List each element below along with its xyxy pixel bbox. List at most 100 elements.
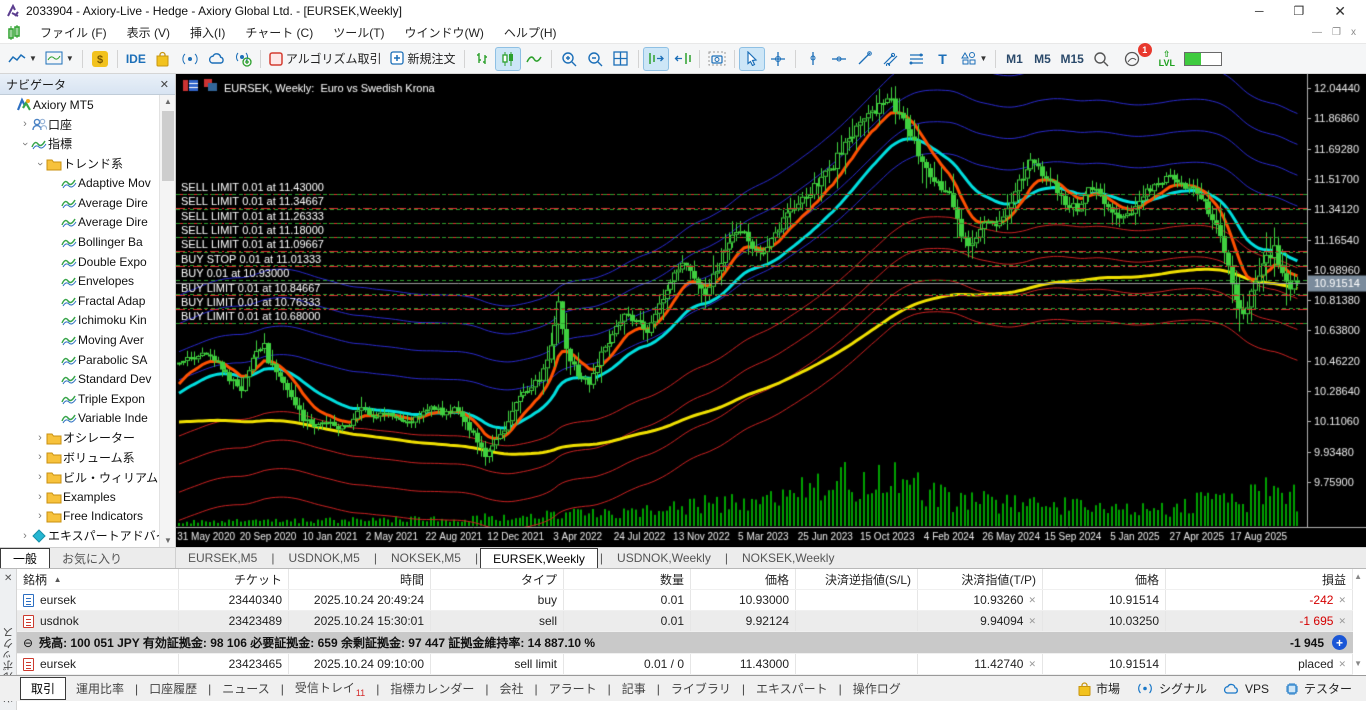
screenshot-button[interactable]	[704, 47, 730, 71]
column-header[interactable]: チケット	[179, 569, 289, 589]
chart-tab[interactable]: USDNOK,M5	[276, 548, 371, 568]
menu-item[interactable]: ウインドウ(W)	[395, 24, 494, 42]
tree-item[interactable]: Axiory MT5	[0, 95, 159, 115]
candle-mode-button[interactable]	[494, 46, 521, 71]
price-chart[interactable]	[176, 74, 1366, 547]
chart-tab[interactable]: EURSEK,M5	[176, 548, 269, 568]
tree-item[interactable]: › 口座	[0, 115, 159, 135]
tree-item[interactable]: › Free Indicators	[0, 506, 159, 526]
tree-item[interactable]: Bollinger Ba	[0, 232, 159, 252]
market-watch-button[interactable]: $	[87, 47, 113, 71]
toolbox-scroll-up-icon[interactable]: ▲	[1354, 572, 1362, 581]
tree-item[interactable]: Triple Expon	[0, 389, 159, 409]
navigator-tab-お気に入り[interactable]: お気に入り	[50, 548, 134, 568]
tree-expand-icon[interactable]: ›	[34, 432, 46, 444]
crosshair-button[interactable]	[765, 47, 791, 71]
tree-item[interactable]: Ichimoku Kin	[0, 311, 159, 331]
chart-tab[interactable]: EURSEK,Weekly	[480, 548, 598, 568]
tree-item[interactable]: › 指標	[0, 134, 159, 154]
tree-expand-icon[interactable]: ›	[34, 510, 46, 522]
channel-tool[interactable]	[878, 47, 904, 71]
timeframe-m15-button[interactable]: M15	[1056, 47, 1087, 71]
zoom-in-button[interactable]	[556, 47, 582, 71]
chart-shift-button[interactable]	[642, 46, 669, 71]
toolbox-tab-会社[interactable]: 会社	[489, 678, 533, 699]
toolbox-tab-ニュース[interactable]: ニュース	[212, 678, 279, 699]
column-header[interactable]: 価格	[1043, 569, 1166, 589]
toolbox-tab-アラート[interactable]: アラート	[539, 678, 607, 699]
notifications-button[interactable]: 1	[1120, 42, 1152, 71]
algo-trading-button[interactable]: アルゴリズム取引	[265, 47, 386, 71]
mdi-restore[interactable]: ❐	[1332, 27, 1341, 38]
toolbox-tab-運用比率[interactable]: 運用比率	[66, 678, 134, 699]
toolbox-tab-指標カレンダー[interactable]: 指標カレンダー	[380, 678, 484, 699]
signals-button[interactable]	[176, 47, 204, 71]
menu-item[interactable]: ツール(T)	[323, 24, 394, 42]
vertical-line-tool[interactable]	[800, 47, 826, 71]
menu-item[interactable]: 挿入(I)	[180, 24, 235, 42]
tree-item[interactable]: Average Dire	[0, 193, 159, 213]
tree-expand-icon[interactable]: ›	[34, 451, 46, 463]
navigator-tab-一般[interactable]: 一般	[0, 548, 51, 568]
timeframe-m5-button[interactable]: M5	[1028, 47, 1056, 71]
column-header[interactable]: 損益	[1166, 569, 1353, 589]
text-tool[interactable]: T	[930, 47, 956, 71]
status-シグナル[interactable]: シグナル	[1136, 680, 1207, 697]
navigator-scrollbar[interactable]: ▲ ▼	[159, 95, 175, 547]
menu-item[interactable]: チャート (C)	[235, 24, 323, 42]
profiles-button[interactable]: ▼	[41, 47, 78, 71]
tree-expand-icon[interactable]: ›	[34, 471, 46, 483]
remove-tp-icon[interactable]: ✕	[1028, 659, 1036, 670]
tree-item[interactable]: Parabolic SA	[0, 350, 159, 370]
chart-type-button[interactable]: ▼	[4, 47, 41, 71]
restore-button[interactable]: ❐	[1294, 4, 1305, 18]
tree-item[interactable]: › ボリューム系	[0, 448, 159, 468]
search-button[interactable]	[1088, 47, 1114, 71]
tree-item[interactable]: ›ビル・ウィリアムズ系	[0, 467, 159, 487]
menu-item[interactable]: 表示 (V)	[117, 24, 180, 42]
toolbox-scroll-down-icon[interactable]: ▼	[1354, 659, 1362, 668]
collapse-icon[interactable]: ⊖	[23, 636, 33, 650]
sort-arrow-icon[interactable]: ▲	[54, 575, 62, 584]
line-mode-button[interactable]	[521, 47, 547, 71]
bar-chart-mode-button[interactable]	[469, 47, 495, 71]
close-button[interactable]: ✕	[1334, 3, 1346, 20]
market-button[interactable]	[150, 47, 176, 71]
tree-item[interactable]: Double Expo	[0, 252, 159, 272]
timeframe-m1-button[interactable]: M1	[1000, 47, 1028, 71]
tree-item[interactable]: › オシレーター	[0, 428, 159, 448]
add-funds-icon[interactable]: +	[1332, 635, 1347, 650]
vps-cloud-button[interactable]	[204, 47, 230, 71]
new-order-button[interactable]: 新規注文	[386, 47, 460, 71]
tree-item[interactable]: ›エキスパートアドバイザ	[0, 526, 159, 546]
tree-item[interactable]: Fractal Adap	[0, 291, 159, 311]
close-position-icon[interactable]: ✕	[1338, 595, 1346, 606]
horizontal-line-tool[interactable]	[826, 47, 852, 71]
broadcast-button[interactable]	[230, 47, 256, 71]
zoom-out-button[interactable]	[582, 47, 608, 71]
trendline-tool[interactable]	[852, 47, 878, 71]
toolbox-tab-取引[interactable]: 取引	[20, 677, 67, 700]
navigator-close-icon[interactable]: ✕	[160, 78, 169, 91]
column-header[interactable]: 銘柄 ▲	[17, 569, 179, 589]
chart-tab[interactable]: NOKSEK,Weekly	[730, 548, 846, 568]
close-position-icon[interactable]: ✕	[1338, 616, 1346, 627]
column-header[interactable]: 時間	[289, 569, 431, 589]
remove-tp-icon[interactable]: ✕	[1028, 616, 1036, 627]
auto-scroll-button[interactable]	[669, 47, 695, 71]
chart-tab[interactable]: NOKSEK,M5	[379, 548, 473, 568]
ide-button[interactable]: IDE	[122, 47, 150, 71]
tree-expand-icon[interactable]: ›	[19, 118, 31, 130]
tree-expand-icon[interactable]: ›	[34, 158, 46, 170]
position-row[interactable]: usdnok 23423489 2025.10.24 15:30:01 sell 0.0…	[17, 611, 1353, 632]
column-header[interactable]: 数量	[564, 569, 691, 589]
column-header[interactable]: タイプ	[431, 569, 564, 589]
mdi-minimize[interactable]: —	[1312, 27, 1322, 38]
toolbox-tab-受信トレイ[interactable]: 受信トレイ11	[285, 677, 375, 699]
status-テスター[interactable]: テスター	[1285, 680, 1352, 697]
remove-tp-icon[interactable]: ✕	[1028, 595, 1036, 606]
toolbox-tab-記事[interactable]: 記事	[612, 678, 656, 699]
toolbox-tab-エキスパート[interactable]: エキスパート	[746, 678, 838, 699]
toolbox-tab-操作ログ[interactable]: 操作ログ	[843, 678, 911, 699]
tree-item[interactable]: Adaptive Mov	[0, 173, 159, 193]
